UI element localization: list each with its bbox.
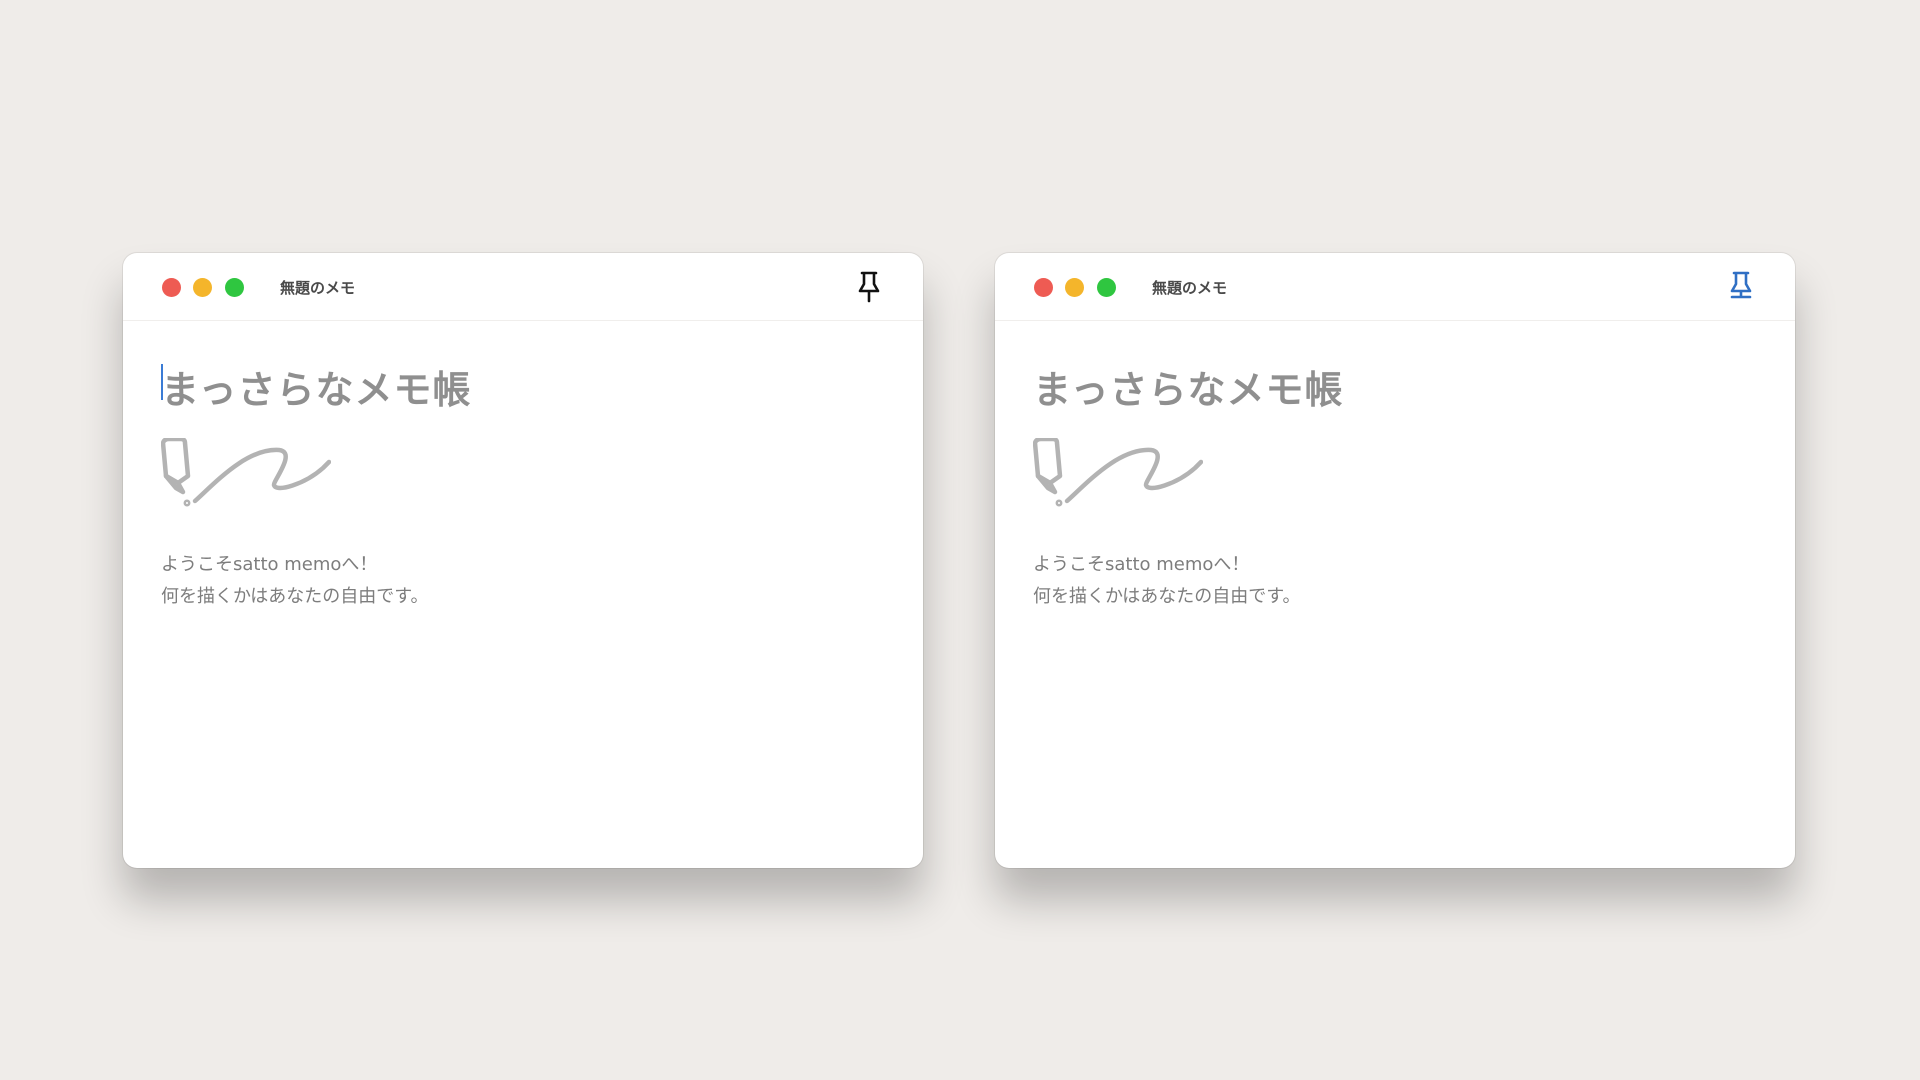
title-bar[interactable]: 無題のメモ — [995, 253, 1795, 321]
note-editor[interactable]: まっさらなメモ帳 ようこそsatto memoへ！ 何を描くかはあなたの自由です… — [161, 321, 885, 868]
zoom-button[interactable] — [1097, 278, 1116, 297]
placeholder-heading: まっさらなメモ帳 — [161, 368, 472, 412]
note-editor[interactable]: まっさらなメモ帳 ようこそsatto memoへ！ 何を描くかはあなたの自由です… — [1033, 321, 1757, 868]
welcome-message: ようこそsatto memoへ！ 何を描くかはあなたの自由です。 — [1033, 549, 1300, 613]
welcome-line: ようこそsatto memoへ！ — [1033, 554, 1250, 575]
close-button[interactable] — [162, 278, 181, 297]
title-bar[interactable]: 無題のメモ — [123, 253, 923, 321]
note-window-unpinned[interactable]: 無題のメモ まっさらなメモ帳 ようこそsatto memoへ！ 何を描くかはあな… — [123, 253, 923, 868]
welcome-line: ようこそsatto memoへ！ — [161, 554, 378, 575]
pushpin-pinned-icon[interactable] — [1727, 270, 1755, 304]
description-line: 何を描くかはあなたの自由です。 — [1033, 586, 1301, 607]
welcome-message: ようこそsatto memoへ！ 何を描くかはあなたの自由です。 — [161, 549, 428, 613]
placeholder-heading: まっさらなメモ帳 — [1033, 368, 1344, 412]
window-title: 無題のメモ — [280, 279, 356, 297]
pushpin-icon[interactable] — [855, 270, 883, 304]
description-line: 何を描くかはあなたの自由です。 — [161, 586, 429, 607]
close-button[interactable] — [1034, 278, 1053, 297]
pen-scribble-icon — [1033, 438, 1203, 507]
zoom-button[interactable] — [225, 278, 244, 297]
minimize-button[interactable] — [193, 278, 212, 297]
window-title: 無題のメモ — [1152, 279, 1228, 297]
note-window-pinned[interactable]: 無題のメモ まっさらなメモ帳 ようこそsatto memoへ！ 何を描くかはあな… — [995, 253, 1795, 868]
pen-scribble-icon — [161, 438, 331, 507]
minimize-button[interactable] — [1065, 278, 1084, 297]
